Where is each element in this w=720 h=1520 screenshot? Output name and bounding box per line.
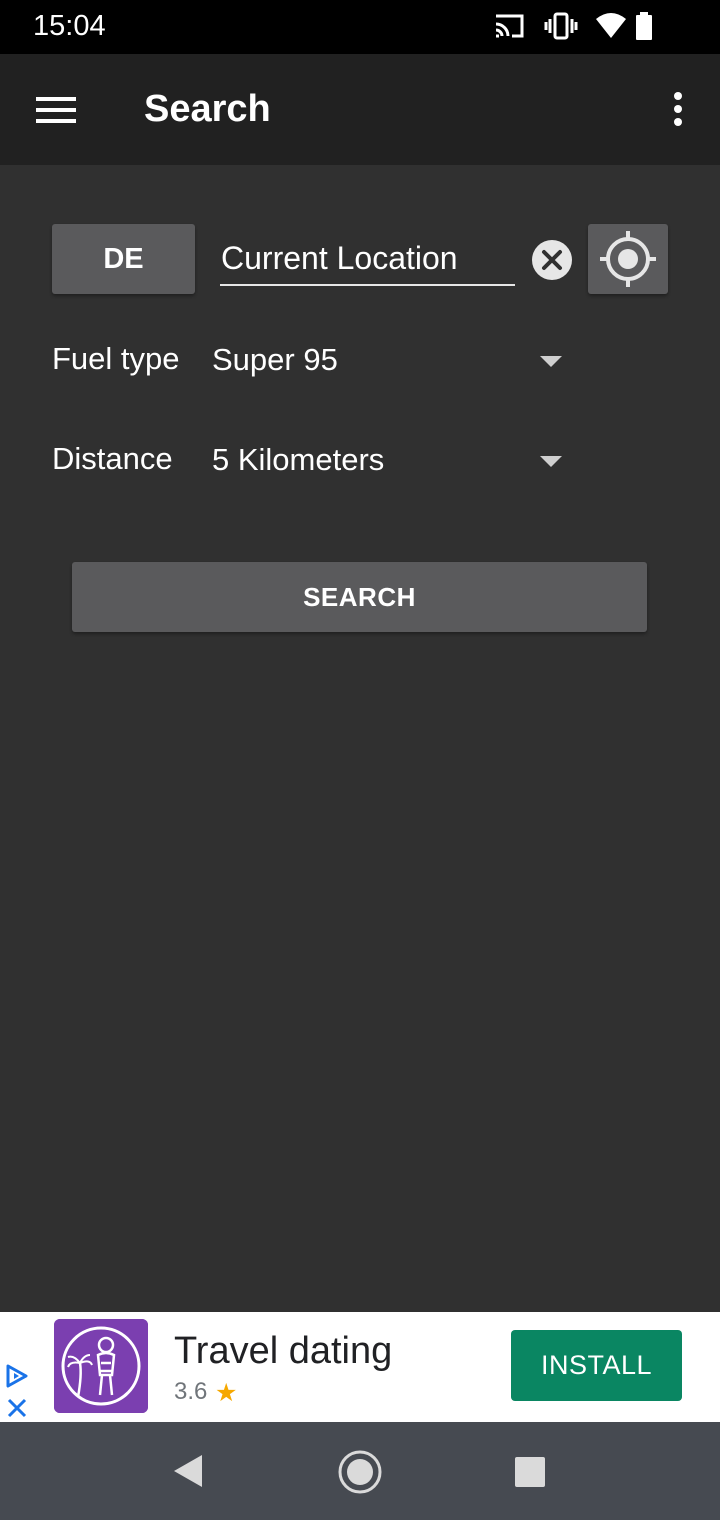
location-input-value: Current Location (221, 240, 458, 276)
cast-icon (495, 14, 524, 38)
app-bar: Search (0, 54, 720, 165)
ad-choices-icon (6, 1364, 28, 1388)
ad-title[interactable]: Travel dating (174, 1330, 392, 1373)
ad-choices[interactable] (4, 1364, 30, 1420)
battery-icon (636, 12, 652, 40)
status-time: 15:04 (33, 10, 106, 42)
travel-dating-app-icon[interactable] (54, 1319, 148, 1413)
more-vert-icon (674, 92, 682, 126)
chevron-down-icon (540, 456, 562, 467)
search-button[interactable]: SEARCH (72, 562, 647, 632)
install-button[interactable]: INSTALL (511, 1330, 682, 1401)
chevron-down-icon (540, 356, 562, 367)
clear-location-button[interactable] (531, 239, 573, 281)
page-title: Search (144, 88, 271, 130)
location-input[interactable]: Current Location (220, 230, 515, 286)
fuel-type-label: Fuel type (52, 341, 180, 376)
hamburger-menu-icon (36, 97, 76, 123)
distance-value: 5 Kilometers (212, 442, 385, 477)
star-icon: ★ (215, 1379, 238, 1407)
locate-me-button[interactable] (588, 224, 668, 294)
ad-rating: 3.6 (174, 1378, 208, 1405)
overflow-menu-button[interactable] (658, 76, 698, 144)
recents-icon[interactable] (514, 1456, 546, 1488)
fuel-type-select[interactable]: Super 95 (212, 330, 572, 390)
status-bar: 15:04 (0, 0, 720, 54)
vibrate-icon (544, 12, 578, 40)
system-nav-bar (0, 1422, 720, 1520)
close-icon[interactable] (6, 1397, 28, 1419)
ad-banner[interactable]: Travel dating 3.6 ★ INSTALL (0, 1312, 720, 1422)
back-icon[interactable] (172, 1454, 204, 1488)
fuel-type-value: Super 95 (212, 342, 338, 377)
home-icon[interactable] (337, 1449, 383, 1495)
menu-button[interactable] (22, 76, 90, 144)
wifi-icon (596, 13, 626, 38)
gps-locate-icon (600, 231, 656, 287)
country-button[interactable]: DE (52, 224, 195, 294)
distance-select[interactable]: 5 Kilometers (212, 430, 572, 490)
clear-circle-icon (532, 240, 572, 280)
distance-label: Distance (52, 441, 173, 476)
